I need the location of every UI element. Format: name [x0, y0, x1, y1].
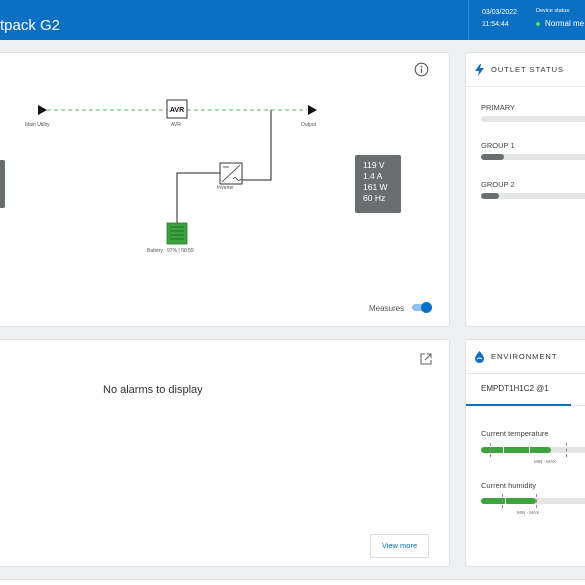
next-card-edge [0, 579, 585, 585]
humidity-bar [481, 494, 585, 508]
main-utility-arrow-icon [38, 105, 47, 115]
output-measures-panel: 119 V 1.4 A 161 W 60 Hz [355, 155, 401, 213]
output-current: 1.4 A [363, 171, 383, 181]
humidity-label: Current humidity [481, 481, 537, 490]
outlet-group-1-label: GROUP 1 [481, 141, 515, 150]
outlet-group-primary-bar [481, 116, 585, 122]
external-link-icon[interactable] [419, 352, 433, 366]
output-arrow-icon [308, 105, 317, 115]
main-utility-label: Main Utility [25, 122, 50, 128]
outlet-group-2-label: GROUP 2 [481, 180, 515, 189]
temperature-label: Current temperature [481, 429, 549, 438]
power-flow-card: AVR Main Utility AVR Output Inverter Bat… [0, 52, 450, 327]
avr-to-inverter-line [242, 110, 272, 181]
water-drop-icon [475, 351, 484, 363]
temperature-minmax: MIN - MAX [534, 459, 556, 464]
humidity-minmax: MIN - MAX [517, 510, 539, 515]
temperature-bar [481, 443, 585, 457]
measures-toggle[interactable] [412, 302, 432, 313]
header-date: 03/03/2022 [482, 9, 518, 16]
output-label: Output [301, 122, 317, 128]
inverter-label: Inverter [217, 185, 234, 191]
device-title: tpack G2 [0, 17, 61, 34]
top-bar-divider [468, 0, 469, 40]
avr-label: AVR [171, 122, 181, 128]
outlet-group-1-bar [481, 154, 585, 160]
device-status-value: Normal me [545, 19, 585, 28]
outlet-status-title: OUTLET STATUS [491, 65, 565, 74]
header-divider [466, 373, 585, 374]
header-time: 11:54:44 [482, 21, 509, 28]
outlet-group-2-bar [481, 193, 585, 199]
outlet-status-card: OUTLET STATUS PRIMARY GROUP 1 GROUP 2 [465, 52, 585, 327]
environment-card: ENVIRONMENT EMPDT1H1C2 @1 Current temper… [465, 339, 585, 567]
no-alarms-message: No alarms to display [103, 384, 203, 396]
battery-label: Battery : 97% | 00:59 [147, 248, 194, 254]
header-divider [466, 86, 585, 87]
status-dot-icon [536, 22, 540, 26]
avr-box-label: AVR [170, 107, 184, 114]
alarms-card: No alarms to display View more [0, 339, 450, 567]
environment-title: ENVIRONMENT [491, 352, 558, 361]
outlet-group-primary-label: PRIMARY [481, 103, 516, 112]
output-power: 161 W [363, 182, 388, 192]
view-more-button[interactable]: View more [370, 534, 429, 558]
device-status-label: Device status: [536, 8, 571, 14]
inverter-to-battery-line [176, 172, 220, 223]
toggle-knob [421, 302, 432, 313]
output-frequency: 60 Hz [363, 193, 386, 203]
measures-toggle-label: Measures [369, 304, 405, 313]
top-bar: tpack G2 03/03/2022 11:54:44 Device stat… [0, 0, 585, 40]
output-voltage: 119 V [363, 160, 385, 170]
battery-icon [166, 222, 188, 245]
tab-sensor[interactable]: EMPDT1H1C2 @1 [481, 384, 549, 393]
lightning-icon [475, 64, 484, 76]
active-tab-indicator [466, 404, 571, 406]
